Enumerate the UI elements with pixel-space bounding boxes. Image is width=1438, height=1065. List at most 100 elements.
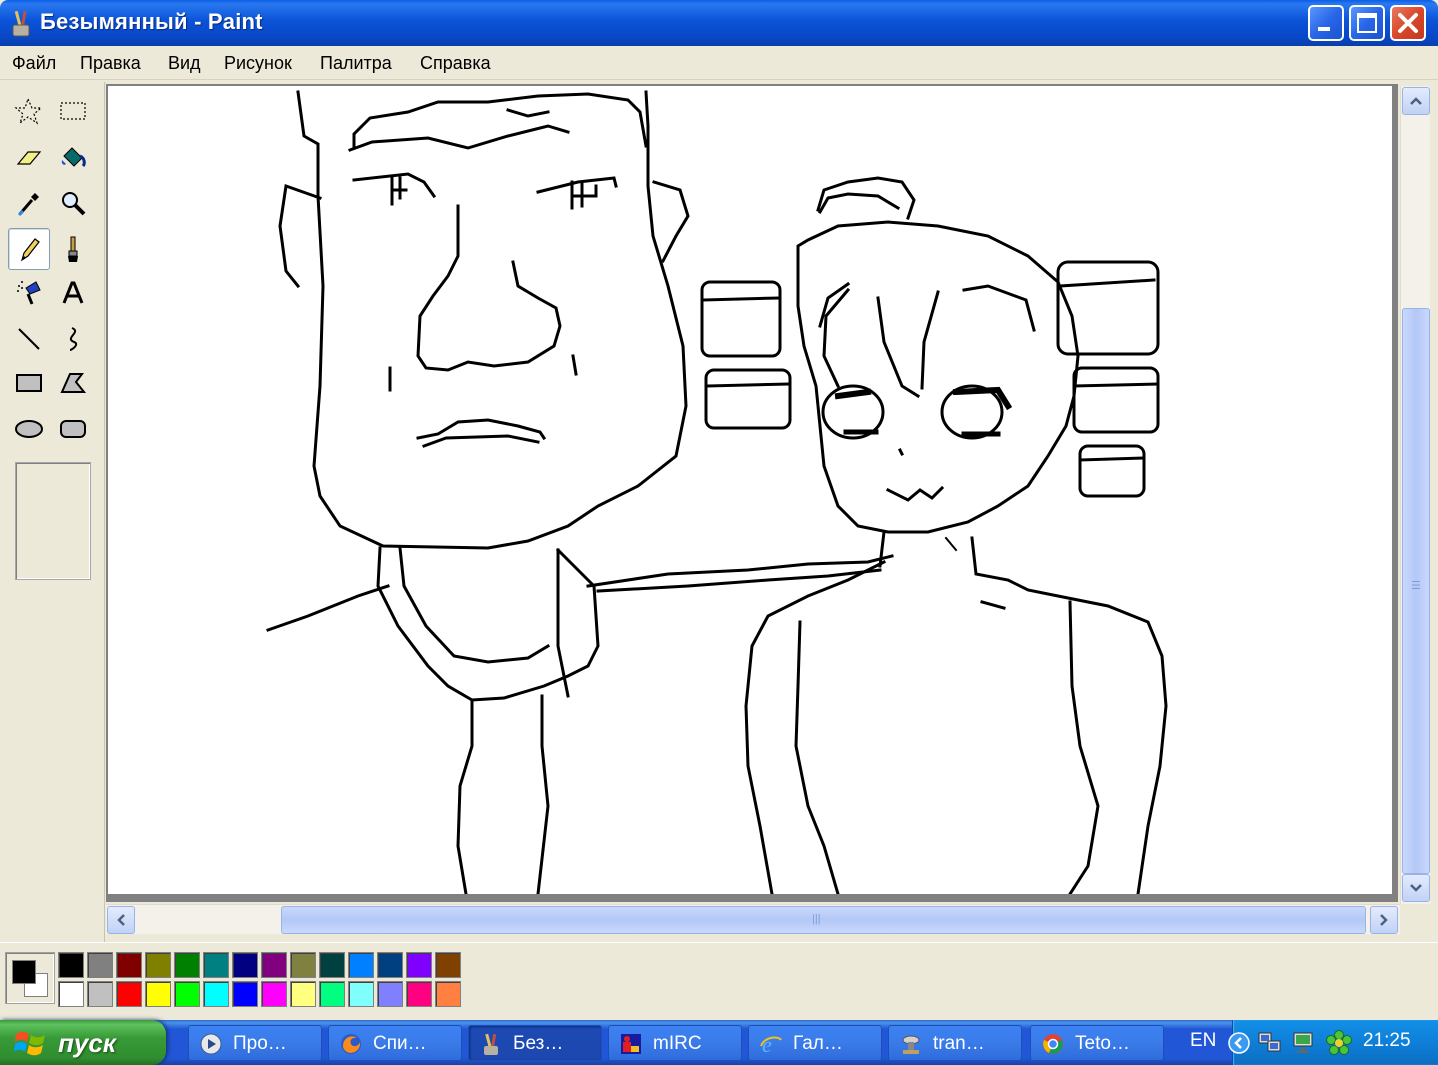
- tool-magnifier[interactable]: [52, 182, 94, 224]
- task-media[interactable]: Про…: [188, 1025, 322, 1061]
- magnifier-icon: [62, 192, 86, 216]
- color-swatch[interactable]: [435, 981, 461, 1007]
- color-swatch[interactable]: [290, 952, 316, 978]
- menu-image[interactable]: Рисунок: [224, 53, 292, 74]
- task-firefox[interactable]: Спи…: [328, 1025, 462, 1061]
- svg-text:e: e: [762, 1032, 772, 1056]
- network-icon[interactable]: [1257, 1030, 1283, 1056]
- color-palette: [0, 942, 1438, 1020]
- task-label: mIRC: [653, 1033, 702, 1054]
- color-swatch[interactable]: [319, 981, 345, 1007]
- color-swatch[interactable]: [203, 952, 229, 978]
- color-swatch[interactable]: [261, 952, 287, 978]
- color-swatch[interactable]: [174, 952, 200, 978]
- tool-free-select[interactable]: [8, 90, 50, 132]
- tool-polygon[interactable]: [52, 362, 94, 404]
- menu-edit[interactable]: Правка: [80, 53, 141, 74]
- color-swatch[interactable]: [377, 981, 403, 1007]
- close-button[interactable]: [1390, 5, 1426, 41]
- maximize-button[interactable]: [1349, 5, 1385, 41]
- media-player-icon: [200, 1033, 222, 1055]
- task-chrome[interactable]: Teto…: [1030, 1025, 1164, 1061]
- drawing-artwork: [266, 90, 1168, 894]
- rect-select-icon: [60, 102, 86, 120]
- color-swatch[interactable]: [145, 952, 171, 978]
- tool-line[interactable]: [8, 318, 50, 360]
- scroll-left-button[interactable]: [107, 906, 135, 934]
- tool-fill[interactable]: [52, 136, 94, 178]
- color-swatch[interactable]: [174, 981, 200, 1007]
- start-label: пуск: [58, 1028, 116, 1058]
- horizontal-scroll-thumb[interactable]: |||: [281, 906, 1366, 934]
- tool-pencil[interactable]: [8, 228, 50, 270]
- color-swatch[interactable]: [58, 981, 84, 1007]
- color-swatch[interactable]: [87, 952, 113, 978]
- tool-rect-select[interactable]: [52, 90, 94, 132]
- arrow-down-icon: [1410, 884, 1422, 892]
- drawing-canvas[interactable]: [108, 86, 1392, 894]
- title-bar[interactable]: Безымянный - Paint: [0, 0, 1438, 46]
- color-swatch[interactable]: [145, 981, 171, 1007]
- color-swatch[interactable]: [435, 952, 461, 978]
- current-colors[interactable]: [5, 952, 55, 1004]
- icq-flower-icon[interactable]: [1325, 1029, 1353, 1057]
- color-swatch[interactable]: [406, 981, 432, 1007]
- tray-expand-icon[interactable]: [1227, 1031, 1251, 1055]
- close-icon: [1398, 13, 1418, 33]
- tool-picker[interactable]: [8, 182, 50, 224]
- color-swatch[interactable]: [406, 952, 432, 978]
- polygon-icon: [60, 373, 87, 393]
- free-form-select-icon: [14, 97, 43, 125]
- tool-options-panel[interactable]: [15, 462, 91, 580]
- tool-rounded-rect[interactable]: [52, 408, 94, 450]
- minimize-icon: [1318, 27, 1330, 31]
- vertical-scroll-thumb[interactable]: ☰: [1402, 308, 1430, 874]
- menu-colors[interactable]: Палитра: [320, 53, 392, 74]
- horizontal-scrollbar[interactable]: |||: [106, 904, 1400, 934]
- chrome-icon: [1043, 1034, 1063, 1054]
- task-ie[interactable]: e Гал…: [748, 1025, 882, 1061]
- tool-text[interactable]: [52, 272, 94, 314]
- fill-bucket-icon: [61, 147, 86, 168]
- tool-airbrush[interactable]: [8, 272, 50, 314]
- color-swatch[interactable]: [87, 981, 113, 1007]
- scroll-down-button[interactable]: [1402, 874, 1430, 902]
- arrow-right-icon: [1380, 914, 1388, 926]
- color-swatch[interactable]: [203, 981, 229, 1007]
- curve-icon: [69, 327, 78, 351]
- color-swatch[interactable]: [348, 981, 374, 1007]
- vertical-scrollbar[interactable]: ☰: [1400, 86, 1430, 904]
- scroll-up-button[interactable]: [1402, 87, 1430, 115]
- color-swatch[interactable]: [116, 981, 142, 1007]
- tool-rectangle[interactable]: [8, 362, 50, 404]
- task-transfer[interactable]: tran…: [888, 1025, 1022, 1061]
- language-indicator[interactable]: EN: [1190, 1030, 1216, 1052]
- menu-file[interactable]: Файл: [12, 53, 56, 74]
- tool-brush[interactable]: [52, 228, 94, 270]
- monitor-network-icon[interactable]: [1291, 1030, 1317, 1056]
- scroll-right-button[interactable]: [1370, 906, 1398, 934]
- color-swatch[interactable]: [319, 952, 345, 978]
- color-swatch[interactable]: [232, 952, 258, 978]
- menu-view[interactable]: Вид: [168, 53, 201, 74]
- arrow-left-icon: [117, 914, 125, 926]
- task-mirc[interactable]: mIRC: [608, 1025, 742, 1061]
- menu-help[interactable]: Справка: [420, 53, 491, 74]
- color-swatch[interactable]: [116, 952, 142, 978]
- minimize-button[interactable]: [1308, 5, 1344, 41]
- color-swatch[interactable]: [377, 952, 403, 978]
- task-paint[interactable]: Без…: [468, 1025, 602, 1061]
- color-swatch[interactable]: [232, 981, 258, 1007]
- tool-eraser[interactable]: [8, 136, 50, 178]
- ie-icon: e: [760, 1032, 782, 1056]
- arrow-up-icon: [1410, 97, 1422, 105]
- start-button[interactable]: пуск: [0, 1020, 166, 1065]
- color-swatch[interactable]: [261, 981, 287, 1007]
- mirc-icon: [621, 1034, 641, 1054]
- tool-curve[interactable]: [52, 318, 94, 360]
- color-swatch[interactable]: [290, 981, 316, 1007]
- color-swatch[interactable]: [348, 952, 374, 978]
- toolbox: [0, 82, 105, 942]
- color-swatch[interactable]: [58, 952, 84, 978]
- tool-ellipse[interactable]: [8, 408, 50, 450]
